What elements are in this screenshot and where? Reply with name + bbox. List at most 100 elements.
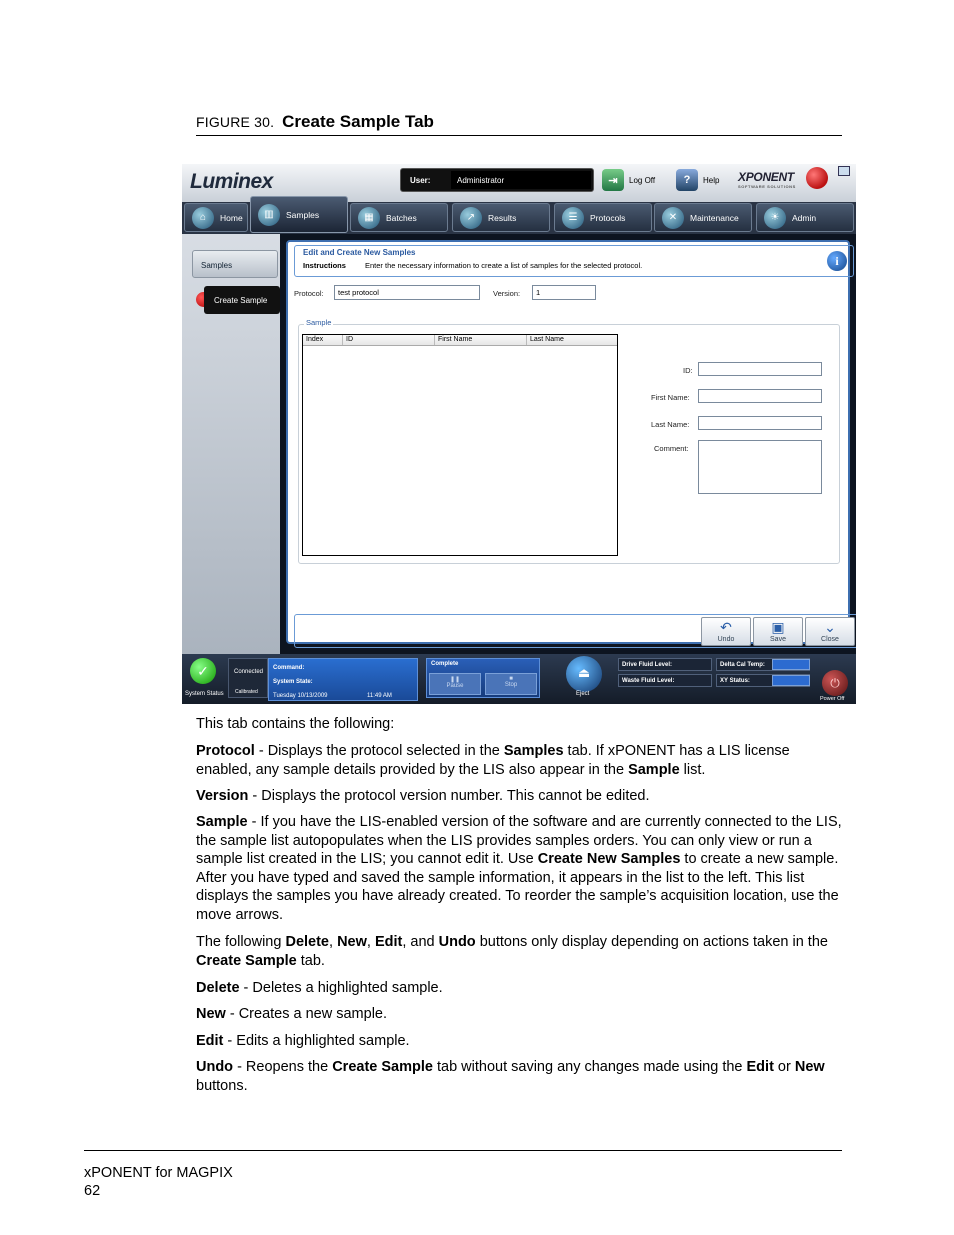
instructions-text: Enter the necessary information to creat… [365,261,643,270]
connection-box: Connected Calibrated [228,658,268,698]
col-id[interactable]: ID [343,335,435,345]
footer-rule [84,1150,842,1151]
log-off-icon: ⇥ [602,169,624,191]
close-icon: ⌄ [824,619,836,635]
user-value: Administrator [451,171,591,189]
connected-label: Connected [234,669,264,675]
status-date: Tuesday 10/13/2009 [273,693,328,699]
sample-paragraph: Sample - If you have the LIS-enabled ver… [196,814,842,923]
tab-protocols[interactable]: ☰ Protocols [554,203,652,232]
col-first-name[interactable]: First Name [435,335,527,345]
waste-fluid-level: Waste Fluid Level: [618,674,712,687]
sample-table[interactable]: Index ID First Name Last Name [302,334,618,556]
eject-label: Eject [576,691,590,697]
comment-field[interactable] [698,440,822,494]
tab-admin[interactable]: ☀ Admin [756,203,854,232]
status-time: 11:49 AM [367,693,392,699]
col-index[interactable]: Index [303,335,343,345]
sidebar: Samples Create Sample [182,234,280,654]
status-bar: ✓ System Status Connected Calibrated Com… [182,654,856,704]
tab-results[interactable]: ↗ Results [452,203,550,232]
version-paragraph: Version - Displays the protocol version … [196,788,650,804]
undo-button[interactable]: ↶ Undo [701,617,751,646]
tab-samples[interactable]: ▥ Samples [250,196,348,233]
pause-button[interactable]: ❚❚ Pause [429,673,481,695]
undo-icon: ↶ [720,619,732,635]
batches-icon: ▦ [358,206,380,229]
protocol-paragraph: Protocol - Displays the protocol selecte… [196,743,790,778]
sidebar-item-create-sample[interactable]: Create Sample [204,286,280,314]
progress-box: Complete ❚❚ Pause ■ Stop [426,658,540,698]
table-header: Index ID First Name Last Name [303,335,617,346]
minimize-icon[interactable] [838,166,850,176]
command-label: Command: [273,665,305,671]
id-field[interactable] [698,362,822,376]
xponent-logo: XPONENT SOFTWARE SOLUTIONS [738,170,796,189]
save-button[interactable]: ▣ Save [753,617,803,646]
home-icon: ⌂ [192,206,214,229]
brand-name: XPONENT [738,170,794,184]
edit-paragraph: Edit - Edits a highlighted sample. [196,1033,410,1049]
protocol-label: Protocol: [294,289,324,298]
undo-paragraph: Undo - Reopens the Create Sample tab wit… [196,1059,825,1094]
screenshot: Luminex User: Administrator ⇥ Log Off ? … [182,164,856,704]
eject-button[interactable]: ⏏ [566,656,602,692]
protocols-icon: ☰ [562,206,584,229]
delete-paragraph: Delete - Deletes a highlighted sample. [196,980,443,996]
instructions-label: Instructions [303,261,346,270]
create-sample-panel: Edit and Create New Samples Instructions… [286,240,856,648]
footer-product: xPONENT for MAGPIX [84,1165,233,1181]
save-icon: ▣ [771,619,785,635]
eject-icon: ⏏ [577,665,591,680]
status-light-icon [806,167,828,189]
figure-number: FIGURE 30. [196,114,275,130]
last-name-label: Last Name: [651,420,690,429]
pause-icon: ❚❚ [449,677,461,683]
info-icon[interactable]: i [827,251,847,271]
brand-subtitle: SOFTWARE SOLUTIONS [738,184,796,189]
tab-home[interactable]: ⌂ Home [184,203,248,232]
system-status-label: System Status [185,691,224,697]
help-icon: ? [676,169,698,191]
command-box: Command: System State: Tuesday 10/13/200… [268,658,418,701]
complete-label: Complete [431,661,459,667]
close-button[interactable]: ⌄ Close [805,617,855,646]
log-off-button[interactable]: ⇥ Log Off [602,169,655,191]
user-box: User: Administrator [400,168,594,192]
power-off-icon[interactable]: ⏻ [822,670,848,696]
xy-status-bar [772,675,810,686]
maintenance-icon: ✕ [662,206,684,229]
last-name-field[interactable] [698,416,822,430]
first-name-field[interactable] [698,389,822,403]
sidebar-item-samples[interactable]: Samples [192,250,278,278]
system-state-label: System State: [273,679,313,685]
main-area: Edit and Create New Samples Instructions… [280,234,856,654]
protocol-field: test protocol [334,285,480,300]
version-field: 1 [532,285,596,300]
sample-group-label: Sample [304,318,334,327]
version-label: Version: [493,289,521,298]
action-bar: ↶ Undo ▣ Save ⌄ Close [294,614,856,648]
stop-button[interactable]: ■ Stop [485,673,537,695]
figure-title: Create Sample Tab [282,112,434,131]
log-off-label: Log Off [629,175,656,185]
first-name-label: First Name: [651,393,690,402]
col-last-name[interactable]: Last Name [527,335,617,345]
help-label: Help [703,175,720,185]
user-label: User: [410,176,431,185]
system-status-icon[interactable]: ✓ [190,658,216,684]
comment-label: Comment: [654,444,689,453]
id-label: ID: [683,366,693,375]
new-paragraph: New - Creates a new sample. [196,1006,388,1022]
tab-maintenance[interactable]: ✕ Maintenance [654,203,752,232]
calibrated-label: Calibrated [235,689,258,695]
main-tabs: ⌂ Home ▥ Samples ▦ Batches ↗ Results ☰ Protoc… [182,196,856,234]
luminex-logo: Luminex [190,170,273,193]
samples-icon: ▥ [258,203,280,226]
drive-fluid-level: Drive Fluid Level: [618,658,712,671]
admin-icon: ☀ [764,206,786,229]
power-off-label: Power Off [820,696,845,702]
intro-text: This tab contains the following: [196,716,395,732]
help-button[interactable]: ? Help [676,169,719,191]
tab-batches[interactable]: ▦ Batches [350,203,448,232]
